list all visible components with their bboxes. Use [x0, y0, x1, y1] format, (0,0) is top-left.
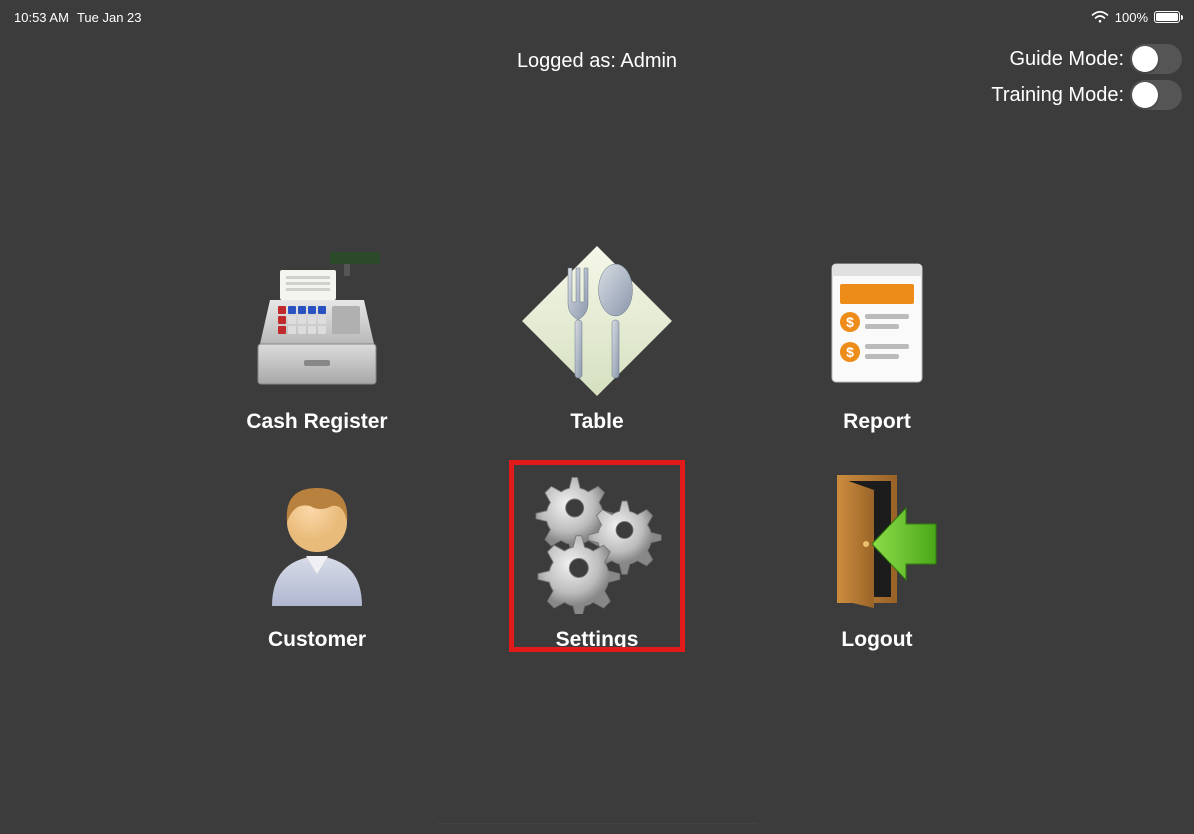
table-icon: [512, 236, 682, 406]
training-mode-toggle[interactable]: [1130, 80, 1182, 110]
status-time: 10:53 AM: [14, 10, 69, 25]
cash-register-icon: [232, 236, 402, 406]
guide-mode-toggle[interactable]: [1130, 44, 1182, 74]
logout-icon: [792, 454, 962, 624]
menu-label: Customer: [268, 628, 366, 652]
training-mode-label: Training Mode:: [991, 84, 1124, 107]
battery-icon: [1154, 11, 1180, 23]
menu-item-table[interactable]: Table: [457, 224, 737, 434]
menu-item-settings[interactable]: Settings: [457, 442, 737, 652]
menu-label: Logout: [841, 628, 912, 652]
menu-item-report[interactable]: $ $ Report: [737, 224, 1017, 434]
home-indicator: [437, 823, 757, 829]
wifi-icon: [1091, 11, 1109, 23]
menu-label: Cash Register: [246, 410, 387, 434]
menu-item-logout[interactable]: Logout: [737, 442, 1017, 652]
menu-item-cash-register[interactable]: Cash Register: [177, 224, 457, 434]
settings-icon: [512, 454, 682, 624]
menu-item-customer[interactable]: Customer: [177, 442, 457, 652]
svg-text:$: $: [846, 314, 854, 330]
battery-percent: 100%: [1115, 10, 1148, 25]
menu-label: Report: [843, 410, 911, 434]
status-bar: 10:53 AM Tue Jan 23 100%: [0, 0, 1194, 28]
logged-as-text: Logged as: Admin: [517, 50, 677, 73]
status-date: Tue Jan 23: [77, 10, 142, 25]
svg-text:$: $: [846, 344, 854, 360]
report-icon: $ $: [792, 236, 962, 406]
menu-label: Table: [570, 410, 623, 434]
customer-icon: [232, 454, 402, 624]
guide-mode-label: Guide Mode:: [1009, 48, 1124, 71]
menu-label: Settings: [556, 628, 639, 652]
main-menu-grid: Cash Register: [0, 224, 1194, 652]
